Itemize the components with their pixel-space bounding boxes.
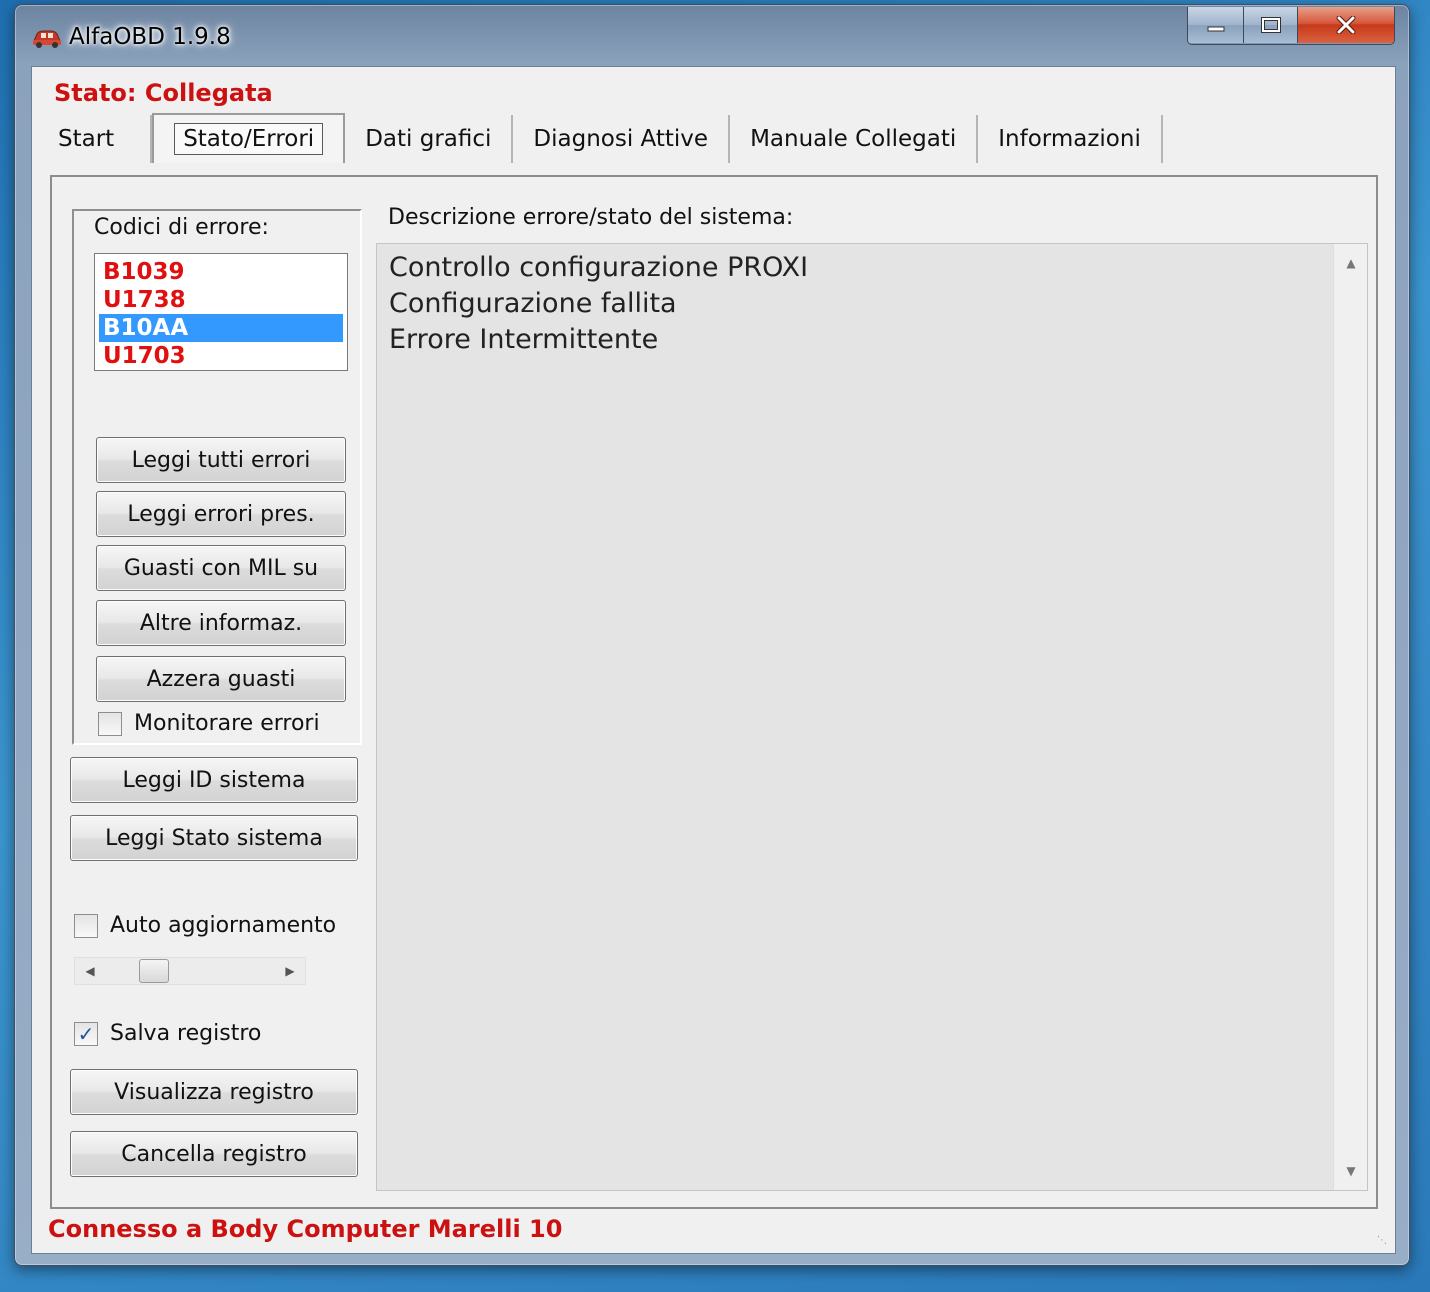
tab-dati-grafici[interactable]: Dati grafici (345, 115, 514, 163)
title-bar[interactable]: AlfaOBD 1.9.8 (15, 5, 1409, 65)
vertical-scrollbar[interactable]: ▲ ▼ (1333, 244, 1367, 1190)
error-codes-label: Codici di errore: (94, 215, 269, 240)
tab-informazioni[interactable]: Informazioni (978, 115, 1163, 163)
arrow-up-icon[interactable]: ▲ (1342, 254, 1360, 272)
error-codes-group: Codici di errore: B1039 U1738 B10AA U170… (72, 209, 362, 745)
clear-faults-button[interactable]: Azzera guasti (96, 656, 346, 702)
read-all-errors-button[interactable]: Leggi tutti errori (96, 437, 346, 483)
tab-label: Dati grafici (365, 126, 492, 152)
minimize-button[interactable] (1188, 7, 1244, 43)
update-interval-slider[interactable]: ◀ ▶ (74, 957, 306, 985)
window-title: AlfaOBD 1.9.8 (69, 24, 231, 50)
list-item[interactable]: U1738 (99, 286, 343, 314)
description-line: Configurazione fallita (389, 288, 677, 319)
close-icon (1336, 16, 1356, 34)
other-info-button[interactable]: Altre informaz. (96, 600, 346, 646)
tab-label: Informazioni (998, 126, 1141, 152)
tab-label: Diagnosi Attive (533, 126, 709, 152)
connected-device-status: Connesso a Body Computer Marelli 10 (48, 1215, 563, 1243)
view-log-button[interactable]: Visualizza registro (70, 1069, 358, 1115)
read-present-errors-button[interactable]: Leggi errori pres. (96, 491, 346, 537)
tab-label: Manuale Collegati (750, 126, 957, 152)
caption-buttons (1187, 7, 1395, 45)
arrow-right-icon[interactable]: ▶ (281, 962, 299, 980)
close-button[interactable] (1298, 7, 1394, 43)
checkbox-label: Auto aggiornamento (110, 913, 337, 938)
car-icon (33, 30, 61, 48)
description-line: Errore Intermittente (389, 324, 659, 355)
monitor-errors-checkbox[interactable]: Monitorare errori (98, 711, 320, 736)
description-textarea[interactable]: Controllo configurazione PROXI Configura… (376, 243, 1368, 1191)
read-system-id-button[interactable]: Leggi ID sistema (70, 757, 358, 803)
read-system-status-button[interactable]: Leggi Stato sistema (70, 815, 358, 861)
arrow-down-icon[interactable]: ▼ (1342, 1162, 1360, 1180)
resize-grip-icon[interactable]: ⋱ (1377, 1235, 1393, 1251)
maximize-icon (1260, 17, 1281, 33)
description-line: Controllo configurazione PROXI (389, 252, 809, 283)
arrow-left-icon[interactable]: ◀ (81, 962, 99, 980)
tab-label: Stato/Errori (174, 123, 324, 155)
list-item[interactable]: B1039 (99, 258, 343, 286)
checkbox-box[interactable] (98, 711, 122, 736)
checkbox-label: Salva registro (110, 1021, 262, 1046)
mil-faults-button[interactable]: Guasti con MIL su (96, 545, 346, 591)
tab-label: Start (58, 126, 115, 152)
auto-update-checkbox[interactable]: Auto aggiornamento (74, 913, 336, 938)
list-item-selected[interactable]: B10AA (99, 314, 343, 342)
connection-status: Stato: Collegata (54, 79, 273, 107)
error-code-list[interactable]: B1039 U1738 B10AA U1703 (94, 253, 348, 371)
tab-diagnosi-attive[interactable]: Diagnosi Attive (513, 115, 731, 163)
tab-strip: Start Stato/Errori Dati grafici Diagnosi… (52, 113, 1163, 167)
tab-manuale-collegati[interactable]: Manuale Collegati (730, 115, 979, 163)
checkbox-label: Monitorare errori (134, 711, 320, 736)
save-log-checkbox[interactable]: ✓ Salva registro (74, 1021, 261, 1046)
slider-thumb[interactable] (139, 959, 169, 983)
description-label: Descrizione errore/stato del sistema: (388, 205, 794, 230)
clear-log-button[interactable]: Cancella registro (70, 1131, 358, 1177)
client-area: Stato: Collegata Start Stato/Errori Dati… (31, 66, 1396, 1254)
maximize-button[interactable] (1244, 7, 1298, 43)
list-item[interactable]: U1703 (99, 342, 343, 370)
description-text: Controllo configurazione PROXI Configura… (389, 250, 808, 358)
tab-start[interactable]: Start (52, 115, 153, 163)
tab-stato-errori[interactable]: Stato/Errori (152, 113, 346, 163)
minimize-icon (1207, 26, 1224, 32)
app-window: AlfaOBD 1.9.8 Stato: Collegata Start Sta… (14, 4, 1410, 1266)
checkbox-box[interactable] (74, 913, 98, 938)
checkbox-box[interactable]: ✓ (74, 1021, 98, 1046)
tab-panel: Codici di errore: B1039 U1738 B10AA U170… (50, 175, 1378, 1209)
